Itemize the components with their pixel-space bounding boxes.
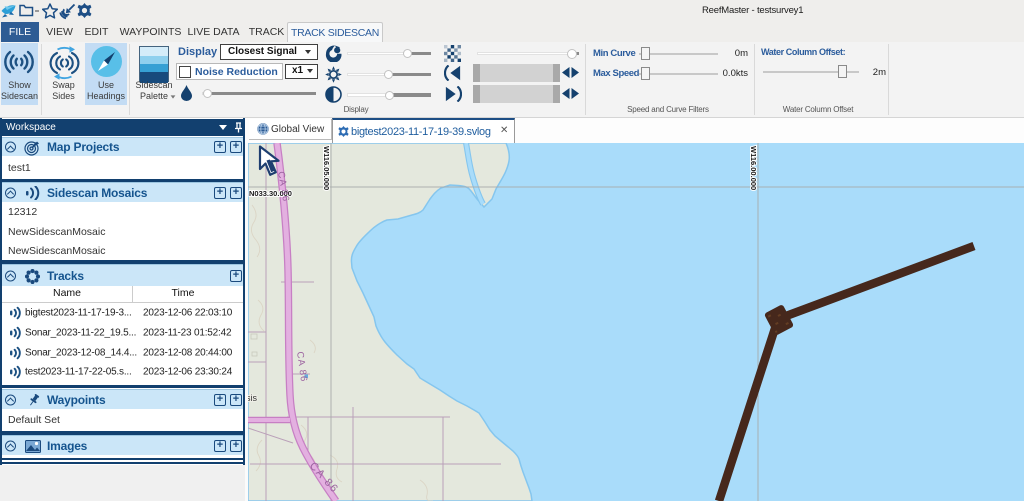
svg-text:W116.05.000: W116.05.000 [322,146,331,190]
svg-text:W116.00.000: W116.00.000 [749,146,758,190]
svg-text:sis: sis [248,393,257,403]
